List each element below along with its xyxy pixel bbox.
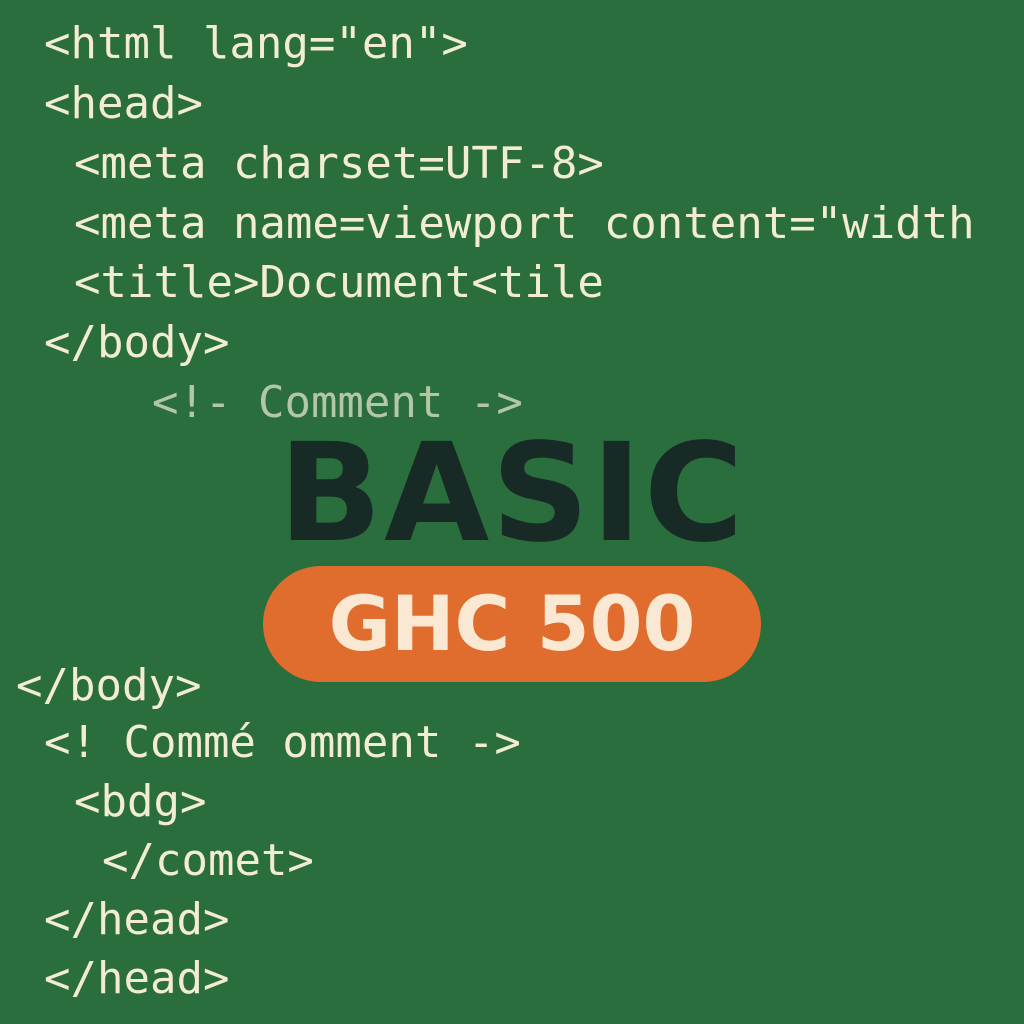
- title-heading: BASIC: [278, 415, 746, 573]
- code-line: </body>: [16, 660, 202, 711]
- code-line: </head>: [44, 894, 230, 945]
- code-line: <html lang="en">: [44, 18, 468, 69]
- code-line: </body>: [44, 317, 230, 368]
- price-badge-label: GHC 500: [328, 579, 696, 668]
- code-line: <bdg>: [74, 776, 207, 827]
- code-line: <meta charset=UTF-8>: [74, 138, 604, 189]
- code-line: </head>: [44, 953, 230, 1004]
- code-line: </comet>: [102, 835, 314, 886]
- code-line: <! Commé omment ->: [44, 717, 521, 768]
- price-badge: GHC 500: [263, 566, 761, 682]
- code-line: <title>Document<tile: [74, 257, 604, 308]
- code-line: <head>: [44, 78, 203, 129]
- code-line: <meta name=viewport content="width: [74, 198, 975, 249]
